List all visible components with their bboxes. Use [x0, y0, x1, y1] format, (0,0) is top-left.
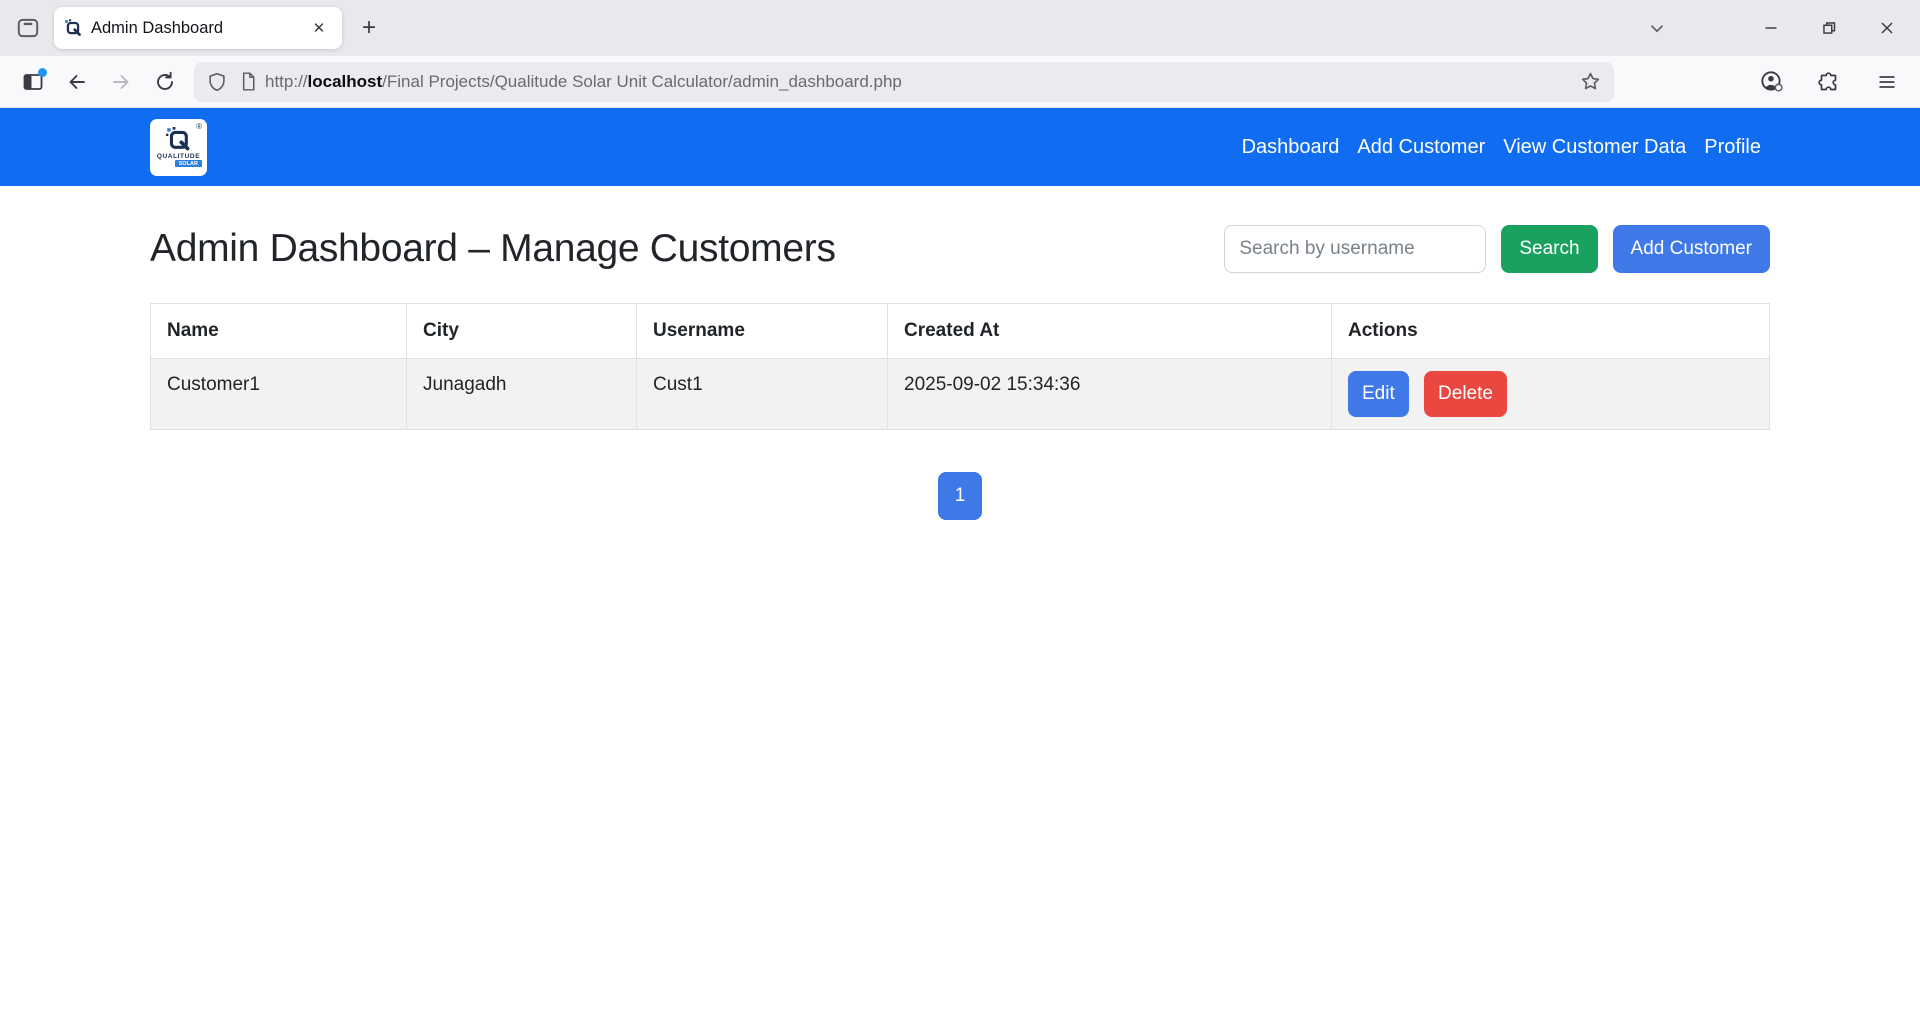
edit-button[interactable]: Edit	[1348, 371, 1409, 417]
table-row: Customer1 Junagadh Cust1 2025-09-02 15:3…	[151, 359, 1770, 430]
sidebar-toggle-button[interactable]	[16, 65, 50, 99]
main-nav: Dashboard Add Customer View Customer Dat…	[1233, 136, 1770, 159]
header-actions: Actions	[1332, 304, 1770, 359]
url-host: localhost	[308, 72, 383, 91]
customers-table: Name City Username Created At Actions Cu…	[150, 303, 1770, 430]
delete-button[interactable]: Delete	[1424, 371, 1507, 417]
window-controls	[1642, 13, 1920, 43]
tab-list-chevron-icon[interactable]	[1642, 13, 1672, 43]
notification-dot	[38, 68, 47, 77]
page-info-icon[interactable]	[238, 71, 259, 92]
url-path: /Final Projects/Qualitude Solar Unit Cal…	[382, 72, 902, 91]
header-city: City	[407, 304, 637, 359]
forward-icon[interactable]	[104, 65, 138, 99]
new-tab-icon[interactable]: +	[352, 11, 386, 45]
minimize-icon[interactable]	[1756, 13, 1786, 43]
menu-hamburger-icon[interactable]	[1870, 65, 1904, 99]
reload-icon[interactable]	[148, 65, 182, 99]
cell-actions: Edit Delete	[1332, 359, 1770, 430]
pagination-page-1[interactable]: 1	[938, 472, 982, 520]
shield-icon[interactable]	[206, 71, 228, 93]
brand-subtitle: SOLAR	[175, 160, 202, 167]
brand-q-icon	[166, 127, 191, 152]
header-username: Username	[637, 304, 888, 359]
firefox-view-button[interactable]	[10, 10, 46, 46]
toolbar-controls: Search Add Customer	[1224, 225, 1770, 273]
bookmark-star-icon[interactable]	[1579, 70, 1602, 93]
back-icon[interactable]	[60, 65, 94, 99]
pagination: 1	[150, 472, 1770, 520]
search-button[interactable]: Search	[1501, 225, 1597, 273]
cell-created-at: 2025-09-02 15:34:36	[888, 359, 1332, 430]
cell-username: Cust1	[637, 359, 888, 430]
header-name: Name	[151, 304, 407, 359]
browser-toolbar: http://localhost/Final Projects/Qualitud…	[0, 56, 1920, 108]
nav-item-dashboard[interactable]: Dashboard	[1233, 136, 1349, 159]
url-bar[interactable]: http://localhost/Final Projects/Qualitud…	[194, 62, 1614, 102]
restore-window-icon[interactable]	[1814, 13, 1844, 43]
nav-item-profile[interactable]: Profile	[1695, 136, 1770, 159]
nav-item-add-customer[interactable]: Add Customer	[1348, 136, 1494, 159]
url-text: http://localhost/Final Projects/Qualitud…	[265, 72, 1579, 92]
tab-close-icon[interactable]: ✕	[306, 15, 332, 41]
account-icon[interactable]	[1754, 65, 1788, 99]
browser-tabstrip: Admin Dashboard ✕ +	[0, 0, 1920, 56]
cell-city: Junagadh	[407, 359, 637, 430]
page-title: Admin Dashboard – Manage Customers	[150, 227, 836, 271]
site-favicon	[64, 19, 82, 37]
header-created-at: Created At	[888, 304, 1332, 359]
tab-title: Admin Dashboard	[91, 19, 306, 38]
nav-item-view-customer-data[interactable]: View Customer Data	[1494, 136, 1695, 159]
firefox-view-icon	[15, 15, 41, 41]
search-input[interactable]	[1224, 225, 1486, 273]
site-navbar: ® QUALITUDE SOLAR Dashboard Add Customer…	[0, 108, 1920, 186]
cell-name: Customer1	[151, 359, 407, 430]
brand-logo[interactable]: ® QUALITUDE SOLAR	[150, 119, 207, 176]
add-customer-button[interactable]: Add Customer	[1613, 225, 1770, 273]
extensions-puzzle-icon[interactable]	[1812, 65, 1846, 99]
url-scheme: http://	[265, 72, 308, 91]
page-content: Admin Dashboard – Manage Customers Searc…	[0, 225, 1920, 520]
registered-mark: ®	[196, 122, 202, 131]
close-window-icon[interactable]	[1872, 13, 1902, 43]
browser-tab[interactable]: Admin Dashboard ✕	[54, 7, 342, 49]
brand-name: QUALITUDE	[157, 153, 200, 160]
table-header-row: Name City Username Created At Actions	[151, 304, 1770, 359]
